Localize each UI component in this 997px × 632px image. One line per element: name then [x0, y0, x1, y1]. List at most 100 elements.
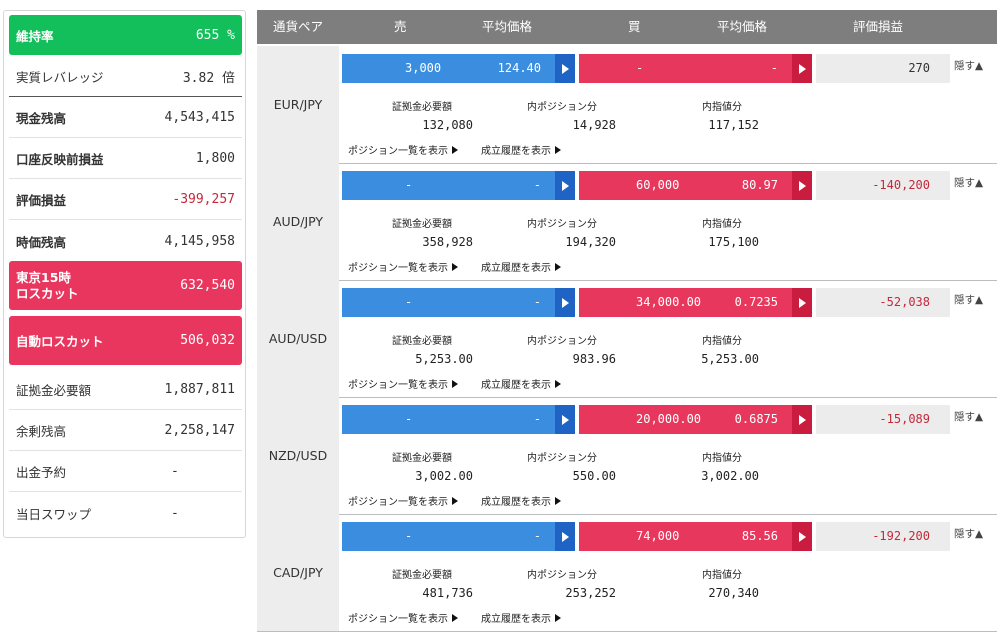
buy-quantity: 34,000.00 — [636, 295, 702, 309]
sell-quantity: - — [405, 295, 413, 309]
sell-order-button[interactable]: - - — [342, 522, 575, 551]
valuation-pnl: -52,038 — [816, 288, 950, 317]
buy-average-price: 80.97 — [741, 178, 778, 192]
margin-required-label: 証拠金必要額 — [392, 102, 452, 113]
show-history-label: 成立履歴を表示 — [481, 380, 551, 391]
auto-losscut-label: 自動ロスカット — [16, 334, 104, 349]
cash-balance-value: 4,543,415 — [164, 110, 235, 125]
margin-required-label: 証拠金必要額 — [392, 570, 452, 581]
valuation-pnl: 270 — [816, 54, 950, 83]
auto-losscut-value: 506,032 — [180, 333, 235, 348]
buy-arrow-icon[interactable] — [792, 171, 812, 200]
play-icon — [452, 145, 458, 154]
show-positions-link[interactable]: ポジション一覧を表示 — [348, 142, 458, 157]
show-positions-link[interactable]: ポジション一覧を表示 — [348, 376, 458, 391]
show-positions-label: ポジション一覧を表示 — [348, 146, 448, 157]
buy-order-button[interactable]: 34,000.00 0.7235 — [579, 288, 812, 317]
hide-toggle[interactable]: 隠す▲ — [954, 409, 983, 424]
limit-within-label: 内指値分 — [702, 453, 742, 464]
margin-required-value: 481,736 — [422, 586, 473, 600]
tokyo-losscut-label-line1: 東京15時 — [16, 269, 71, 285]
market-balance-label: 時価残高 — [16, 234, 67, 250]
withdrawal-reserve-value: - — [171, 464, 179, 479]
show-history-label: 成立履歴を表示 — [481, 497, 551, 508]
tokyo-losscut-value: 632,540 — [180, 278, 235, 293]
sell-arrow-icon[interactable] — [555, 171, 575, 200]
sell-order-button[interactable]: - - — [342, 405, 575, 434]
hide-toggle[interactable]: 隠す▲ — [954, 292, 983, 307]
header-sell-avg: 平均価格 — [482, 19, 533, 34]
buy-quantity: - — [636, 61, 644, 75]
cash-balance-row: 現金残高 4,543,415 — [9, 98, 242, 138]
buy-order-button[interactable]: - - — [579, 54, 812, 83]
margin-required-label: 証拠金必要額 — [392, 336, 452, 347]
buy-quantity: 60,000 — [636, 178, 680, 192]
buy-arrow-icon[interactable] — [792, 288, 812, 317]
hide-toggle[interactable]: 隠す▲ — [954, 58, 983, 73]
play-icon — [452, 262, 458, 271]
valuation-pnl: -140,200 — [816, 171, 950, 200]
header-buy-avg: 平均価格 — [717, 19, 768, 34]
buy-average-price: 85.56 — [741, 529, 778, 543]
positions-table: 通貨ペア 売 平均価格 買 平均価格 評価損益 EUR/JPY 3,000 12… — [257, 10, 997, 632]
header-sell: 売 — [394, 19, 407, 34]
valuation-pnl-label: 評価損益 — [16, 193, 67, 208]
position-within-value: 14,928 — [572, 118, 616, 132]
sell-arrow-icon[interactable] — [555, 54, 575, 83]
valuation-pnl-value: -399,257 — [172, 192, 235, 207]
sell-quantity: 3,000 — [405, 61, 442, 75]
position-within-value: 194,320 — [565, 235, 616, 249]
position-within-label: 内ポジション分 — [527, 453, 597, 464]
margin-required-value: 3,002.00 — [415, 469, 473, 483]
play-icon — [452, 379, 458, 388]
sell-average-price: - — [533, 295, 541, 309]
play-icon — [555, 145, 561, 154]
show-history-link[interactable]: 成立履歴を表示 — [481, 493, 561, 508]
sell-order-button[interactable]: - - — [342, 171, 575, 200]
daily-swap-row: 当日スワップ - — [9, 493, 242, 533]
limit-within-value: 5,253.00 — [701, 352, 759, 366]
sell-arrow-icon[interactable] — [555, 522, 575, 551]
buy-quantity: 74,000 — [636, 529, 680, 543]
buy-order-button[interactable]: 20,000.00 0.6875 — [579, 405, 812, 434]
sell-order-button[interactable]: - - — [342, 288, 575, 317]
limit-within-label: 内指値分 — [702, 219, 742, 230]
effective-leverage-label: 実質レバレッジ — [16, 69, 104, 85]
sell-order-button[interactable]: 3,000 124.40 — [342, 54, 575, 83]
limit-within-label: 内指値分 — [702, 570, 742, 581]
hide-toggle[interactable]: 隠す▲ — [954, 526, 983, 541]
position-within-value: 983.96 — [572, 352, 616, 366]
show-positions-link[interactable]: ポジション一覧を表示 — [348, 259, 458, 274]
header-buy: 買 — [628, 19, 641, 34]
show-history-link[interactable]: 成立履歴を表示 — [481, 259, 561, 274]
play-icon — [555, 613, 561, 622]
buy-quantity: 20,000.00 — [636, 412, 702, 426]
position-within-value: 550.00 — [572, 469, 616, 483]
sell-arrow-icon[interactable] — [555, 405, 575, 434]
buy-average-price: 0.6875 — [734, 412, 778, 426]
limit-within-value: 270,340 — [708, 586, 759, 600]
show-history-link[interactable]: 成立履歴を表示 — [481, 376, 561, 391]
pair-name: NZD/USD — [257, 397, 339, 514]
show-positions-label: ポジション一覧を表示 — [348, 380, 448, 391]
limit-within-value: 117,152 — [708, 118, 759, 132]
buy-arrow-icon[interactable] — [792, 522, 812, 551]
effective-leverage-row: 実質レバレッジ 3.82 倍 — [9, 56, 242, 97]
valuation-pnl: -15,089 — [816, 405, 950, 434]
withdrawal-reserve-label: 出金予約 — [16, 465, 67, 480]
sell-average-price: - — [533, 412, 541, 426]
buy-order-button[interactable]: 60,000 80.97 — [579, 171, 812, 200]
header-pnl: 評価損益 — [853, 19, 904, 34]
maintenance-rate-label: 維持率 — [16, 28, 54, 44]
market-balance-row: 時価残高 4,145,958 — [9, 221, 242, 261]
buy-order-button[interactable]: 74,000 85.56 — [579, 522, 812, 551]
tokyo-losscut-row: 東京15時 ロスカット 632,540 — [9, 261, 242, 310]
position-within-value: 253,252 — [565, 586, 616, 600]
buy-arrow-icon[interactable] — [792, 54, 812, 83]
sell-arrow-icon[interactable] — [555, 288, 575, 317]
buy-arrow-icon[interactable] — [792, 405, 812, 434]
hide-toggle[interactable]: 隠す▲ — [954, 175, 983, 190]
show-history-link[interactable]: 成立履歴を表示 — [481, 142, 561, 157]
position-row: EUR/JPY 3,000 124.40 - - 270 隠す▲ 証拠金必要額 … — [257, 46, 997, 164]
show-positions-link[interactable]: ポジション一覧を表示 — [348, 493, 458, 508]
